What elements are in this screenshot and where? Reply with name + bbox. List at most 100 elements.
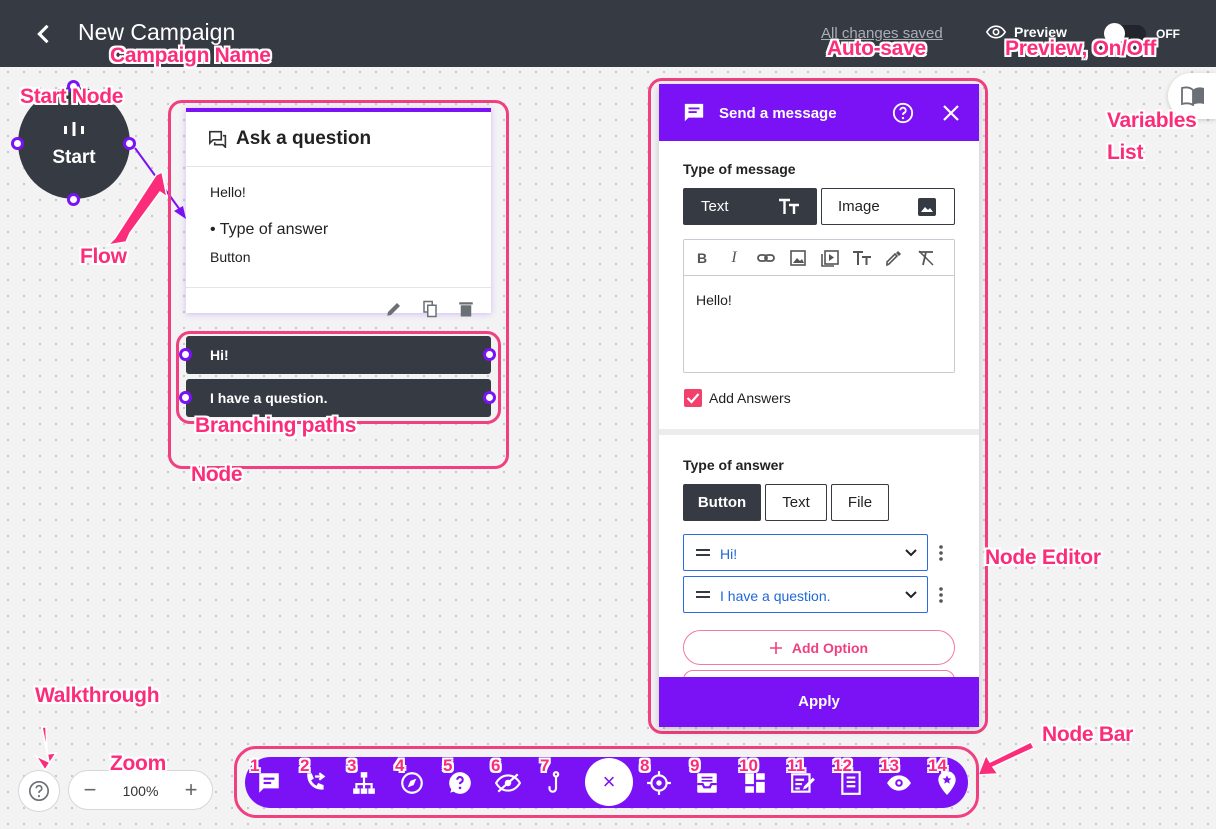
nodebar-number: 4 [395,756,405,775]
check-icon [686,393,700,404]
node-answer-type-value: Button [210,249,251,265]
annotation-variables: Variables [1107,109,1197,132]
divider [186,287,491,288]
node-title: Ask a question [236,128,372,149]
answer-option-value: I have a question. [720,588,831,604]
add-answers-checkbox[interactable] [684,389,702,407]
annotation-node-bar: Node Bar [1042,723,1133,746]
node-actions [385,300,475,318]
image-icon [918,198,936,216]
nodebar-number: 11 [787,756,805,775]
annotation-campaign-name: Campaign Name [110,44,271,67]
nodebar-number: 9 [690,756,700,775]
node-editor: Send a message Type of message Text Imag… [659,84,979,727]
bold-icon[interactable]: B [692,248,712,268]
chevron-down-icon [905,549,917,557]
italic-icon[interactable]: I [724,248,744,268]
eyedropper-icon[interactable] [884,248,904,268]
connection-port[interactable] [483,348,496,361]
nodebar-number: 14 [928,756,947,775]
annotation-flow: Flow [80,245,127,268]
more-vert-icon[interactable] [938,544,944,562]
question-circle-icon [29,781,49,801]
plus-icon [769,641,782,654]
target-icon[interactable] [646,770,672,796]
walkthrough-annotation-arrow [33,726,58,772]
pencil-icon[interactable] [385,300,403,318]
text-format-icon [779,198,799,214]
nodebar-number: 7 [540,756,550,775]
chevron-down-icon [905,591,917,599]
message-type-image-label: Image [838,198,880,215]
divider [186,166,491,167]
answer-option-value: Hi! [720,546,738,562]
nodebar-number: 3 [347,756,357,775]
zoom-in-button[interactable]: + [178,777,204,803]
branch-path[interactable]: I have a question. [186,379,491,417]
nodebar-number: 8 [640,756,650,775]
question-node-card[interactable]: Ask a question Hello! • Type of answer B… [186,108,491,318]
book-icon [1181,86,1204,106]
annotation-node-editor: Node Editor [985,546,1101,569]
nodebar-number: 2 [300,756,310,775]
node-answer-type-label: • Type of answer [210,221,329,238]
message-type-text-label: Text [701,198,729,215]
node-header: Ask a question [208,128,371,150]
answer-option-select[interactable]: Hi! [683,534,928,571]
nodebar-number: 13 [880,756,899,775]
annotation-node: Node [191,463,243,486]
add-answers-label: Add Answers [709,390,791,406]
video-icon[interactable] [820,248,840,268]
type-of-answer-label: Type of answer [683,457,784,473]
flow-annotation-arrow [105,170,169,247]
chat-icon [209,130,227,148]
annotation-walkthrough: Walkthrough [35,684,160,707]
drag-handle-icon[interactable] [696,591,710,599]
editor-header: Send a message [659,84,979,141]
rich-text-editor[interactable]: B I Hello! [683,239,955,373]
trash-icon[interactable] [457,300,475,318]
clear-format-icon[interactable] [916,248,936,268]
branch-path[interactable]: Hi! [186,336,491,374]
annotation-auto-save: Auto-save [827,37,926,60]
apply-button[interactable]: Apply [659,677,979,727]
connection-port[interactable] [179,391,192,404]
close-icon[interactable] [942,104,960,122]
connection-port[interactable] [179,348,192,361]
close-nodebar-button[interactable]: × [585,758,633,806]
nodebar-number: 5 [443,756,453,775]
nodebar-annotation-arrow [976,741,1036,776]
annotation-variables-list: List [1107,141,1144,164]
annotation-start-node: Start Node [20,85,124,108]
more-vert-icon[interactable] [938,586,944,604]
connection-port[interactable] [483,391,496,404]
message-type-image[interactable]: Image [821,188,955,225]
answer-type-button[interactable]: Button [683,484,761,521]
answer-option-select[interactable]: I have a question. [683,576,928,613]
help-circle-icon[interactable] [892,102,914,124]
image-icon[interactable] [788,248,808,268]
annotation-preview: Preview, On/Off [1005,37,1157,60]
message-type-text[interactable]: Text [683,188,817,225]
nodebar-number: 6 [491,756,501,775]
answer-type-text[interactable]: Text [765,484,827,521]
nodebar-number: 10 [739,756,758,775]
nodebar-number: 12 [833,756,852,775]
type-of-message-label: Type of message [683,161,796,177]
annotation-zoom: Zoom [110,752,166,775]
message-content[interactable]: Hello! [696,292,732,308]
answer-type-file[interactable]: File [831,484,889,521]
annotation-branching-paths: Branching paths [195,414,357,437]
copy-icon[interactable] [421,300,439,318]
node-message: Hello! [210,184,246,200]
add-option-button[interactable]: Add Option [683,630,955,665]
editor-title: Send a message [719,105,837,122]
message-node-icon[interactable] [256,770,282,796]
chat-icon [684,103,704,122]
add-option-label: Add Option [791,639,869,656]
text-size-icon[interactable] [852,248,872,268]
drag-handle-icon[interactable] [696,549,710,557]
walkthrough-button[interactable] [18,770,60,812]
nodebar-number: 1 [250,756,260,775]
link-icon[interactable] [756,248,776,268]
